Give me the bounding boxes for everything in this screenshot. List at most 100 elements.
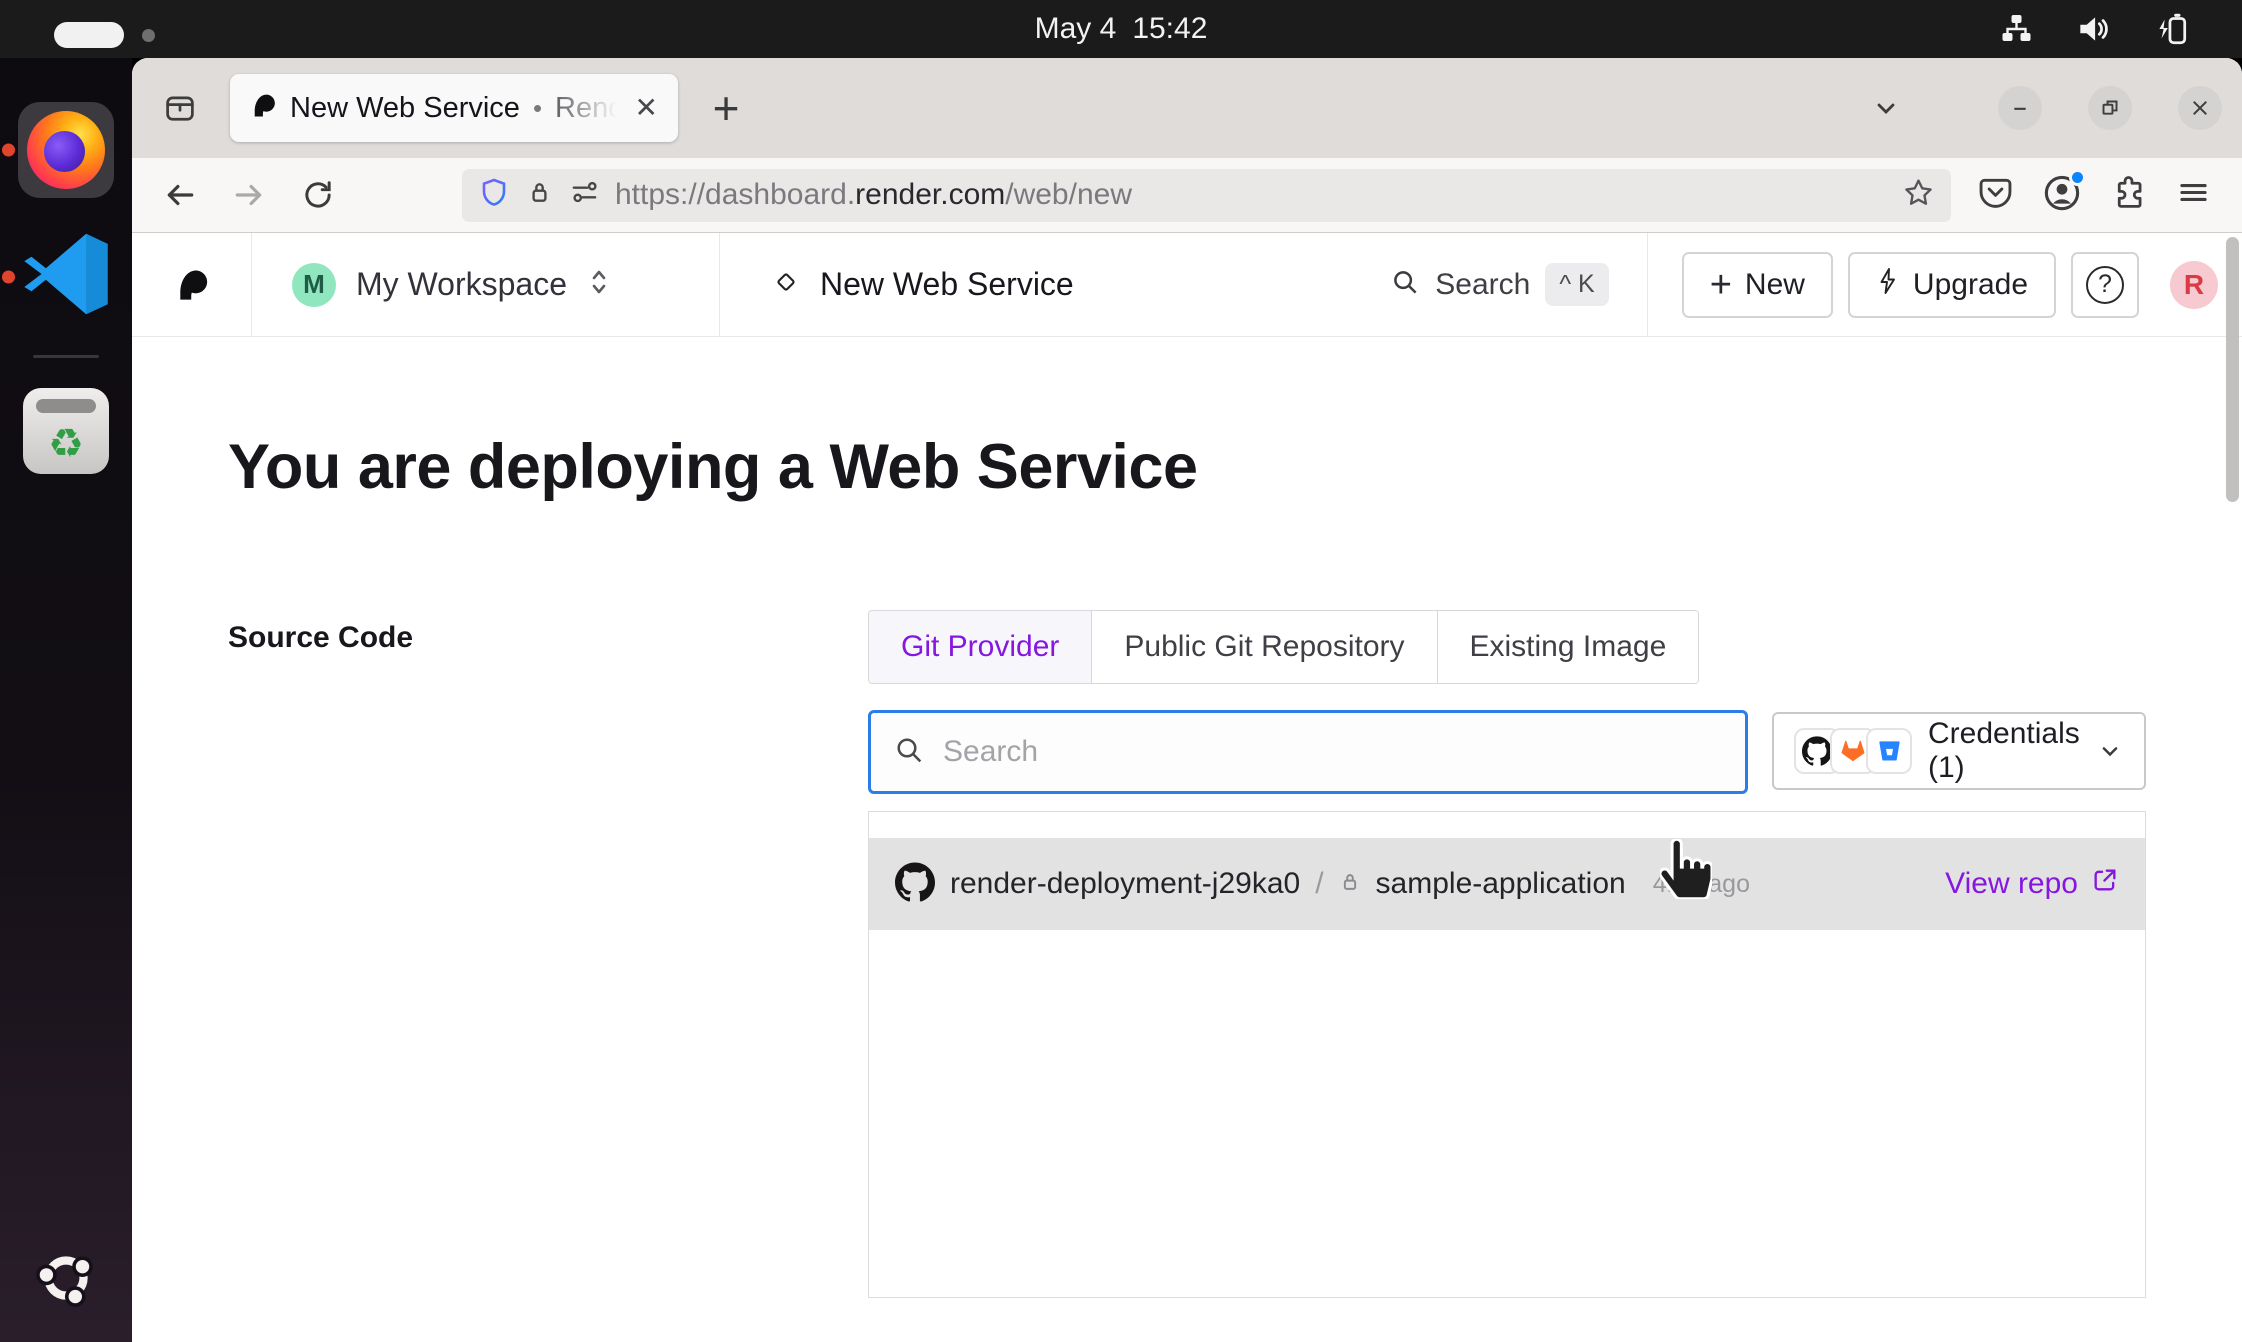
firefox-icon xyxy=(18,102,114,198)
service-diamond-icon xyxy=(772,268,800,301)
tracking-protection-shield-icon[interactable] xyxy=(478,177,510,214)
url-domain: render.com xyxy=(855,178,1005,212)
url-text: https://dashboard.render.com/web/new xyxy=(615,178,1132,212)
render-favicon xyxy=(250,92,277,124)
extensions-puzzle-icon[interactable] xyxy=(2110,174,2147,216)
system-tray[interactable] xyxy=(1998,10,2190,48)
url-path: /web/new xyxy=(1005,178,1132,212)
repo-row[interactable]: render-deployment-j29ka0 / sample-applic… xyxy=(869,838,2145,930)
new-button-label: New xyxy=(1745,268,1805,302)
private-lock-icon xyxy=(1339,871,1361,898)
new-tab-button[interactable]: + xyxy=(698,80,754,136)
breadcrumb: New Web Service xyxy=(720,266,1074,303)
page-scrollbar-thumb[interactable] xyxy=(2226,237,2239,502)
help-button[interactable]: ? xyxy=(2071,252,2139,318)
dock: ♻ xyxy=(0,58,132,1342)
search-icon xyxy=(1390,267,1420,302)
lightning-bolt-icon xyxy=(1876,267,1900,303)
page-heading: You are deploying a Web Service xyxy=(228,431,1198,503)
battery-charging-icon[interactable] xyxy=(2152,10,2190,48)
repo-list-panel: render-deployment-j29ka0 / sample-applic… xyxy=(868,811,2146,1298)
connection-lock-icon[interactable] xyxy=(525,178,554,212)
system-top-bar: May 4 15:42 xyxy=(0,0,2242,58)
page-title: New Web Service xyxy=(820,266,1074,303)
app-header: M My Workspace New Web Service xyxy=(132,233,2242,337)
dock-item-show-apps[interactable] xyxy=(18,1245,114,1316)
menu-hamburger-icon[interactable] xyxy=(2175,174,2212,216)
workspace-indicator-pill[interactable] xyxy=(54,22,124,48)
ubuntu-logo-icon xyxy=(33,1245,99,1316)
workspace-switcher[interactable]: M My Workspace xyxy=(252,233,720,336)
account-icon[interactable] xyxy=(2042,173,2082,218)
navbar-actions xyxy=(1977,173,2220,218)
window-minimize-button[interactable] xyxy=(1998,86,2042,130)
upgrade-button-label: Upgrade xyxy=(1913,268,2028,302)
search-shortcut-badge: ^ K xyxy=(1545,263,1608,306)
dock-divider xyxy=(33,355,99,358)
tab-close-button[interactable]: ✕ xyxy=(635,94,658,122)
tab-public-git-repository[interactable]: Public Git Repository xyxy=(1092,611,1437,683)
upgrade-button[interactable]: Upgrade xyxy=(1848,252,2056,318)
repo-updated-time: 41m ago xyxy=(1653,870,1750,899)
url-prefix: https://dashboard. xyxy=(615,178,855,212)
reload-button[interactable] xyxy=(292,169,344,221)
global-search[interactable]: Search ^ K xyxy=(1390,263,1608,306)
clock-time: 15:42 xyxy=(1132,12,1207,46)
view-repo-link[interactable]: View repo xyxy=(1945,866,2119,902)
desktop: May 4 15:42 xyxy=(0,0,2242,1342)
trash-icon: ♻ xyxy=(23,388,109,474)
render-dashboard-page: M My Workspace New Web Service xyxy=(132,233,2242,1342)
account-notification-dot xyxy=(2069,169,2086,186)
render-logo[interactable] xyxy=(132,233,252,336)
new-button[interactable]: + New xyxy=(1682,252,1833,318)
plus-icon: + xyxy=(1710,266,1732,304)
list-all-tabs-button[interactable] xyxy=(1860,82,1912,134)
dock-item-trash[interactable]: ♻ xyxy=(18,388,114,474)
repo-search-input[interactable] xyxy=(943,735,1723,769)
navigation-bar: https://dashboard.render.com/web/new xyxy=(132,158,2242,233)
forward-button[interactable] xyxy=(223,169,275,221)
header-actions: + New Upgrade ? R xyxy=(1648,252,2242,318)
question-mark-icon: ? xyxy=(2086,266,2124,304)
bitbucket-icon xyxy=(1866,728,1912,774)
bookmark-star-icon[interactable] xyxy=(1902,176,1935,214)
window-restore-button[interactable] xyxy=(2088,86,2132,130)
credentials-label: Credentials (1) xyxy=(1928,717,2096,785)
tab-separator-dot: • xyxy=(533,93,542,124)
pocket-icon[interactable] xyxy=(1977,174,2014,216)
vscode-running-dot xyxy=(2,270,15,283)
workspace-avatar: M xyxy=(292,263,336,307)
system-clock[interactable]: May 4 15:42 xyxy=(1035,12,1208,46)
external-link-icon xyxy=(2091,866,2119,902)
provider-badges xyxy=(1794,728,1912,774)
tab-site-name: Rend xyxy=(555,92,621,125)
tab-bar: New Web Service • Rend ✕ + xyxy=(132,58,2242,158)
firefox-running-dot xyxy=(2,144,15,157)
window-close-button[interactable] xyxy=(2178,86,2222,130)
repo-owner: render-deployment-j29ka0 xyxy=(950,867,1300,901)
tab-existing-image[interactable]: Existing Image xyxy=(1438,611,1699,683)
url-bar[interactable]: https://dashboard.render.com/web/new xyxy=(462,169,1951,222)
repo-separator: / xyxy=(1315,867,1323,901)
repo-search-box xyxy=(868,710,1748,794)
tab-git-provider[interactable]: Git Provider xyxy=(869,611,1092,683)
workspace-indicator-dot[interactable] xyxy=(142,29,155,42)
search-label: Search xyxy=(1435,268,1530,302)
browser-window: New Web Service • Rend ✕ + xyxy=(132,58,2242,1342)
firefox-view-button[interactable] xyxy=(152,80,208,136)
dock-item-vscode[interactable] xyxy=(18,228,114,325)
chevron-down-icon xyxy=(2096,737,2124,765)
credentials-dropdown[interactable]: Credentials (1) xyxy=(1772,712,2146,790)
source-code-label: Source Code xyxy=(228,621,413,655)
permissions-icon[interactable] xyxy=(569,177,600,213)
back-button[interactable] xyxy=(154,169,206,221)
search-icon xyxy=(893,734,925,771)
network-icon[interactable] xyxy=(1998,11,2034,47)
clock-date: May 4 xyxy=(1035,12,1117,46)
browser-tab[interactable]: New Web Service • Rend ✕ xyxy=(230,74,678,142)
dock-item-firefox[interactable] xyxy=(18,102,114,198)
user-avatar[interactable]: R xyxy=(2170,261,2218,309)
volume-icon[interactable] xyxy=(2074,10,2112,48)
view-repo-label: View repo xyxy=(1945,867,2078,901)
github-icon xyxy=(895,862,935,907)
